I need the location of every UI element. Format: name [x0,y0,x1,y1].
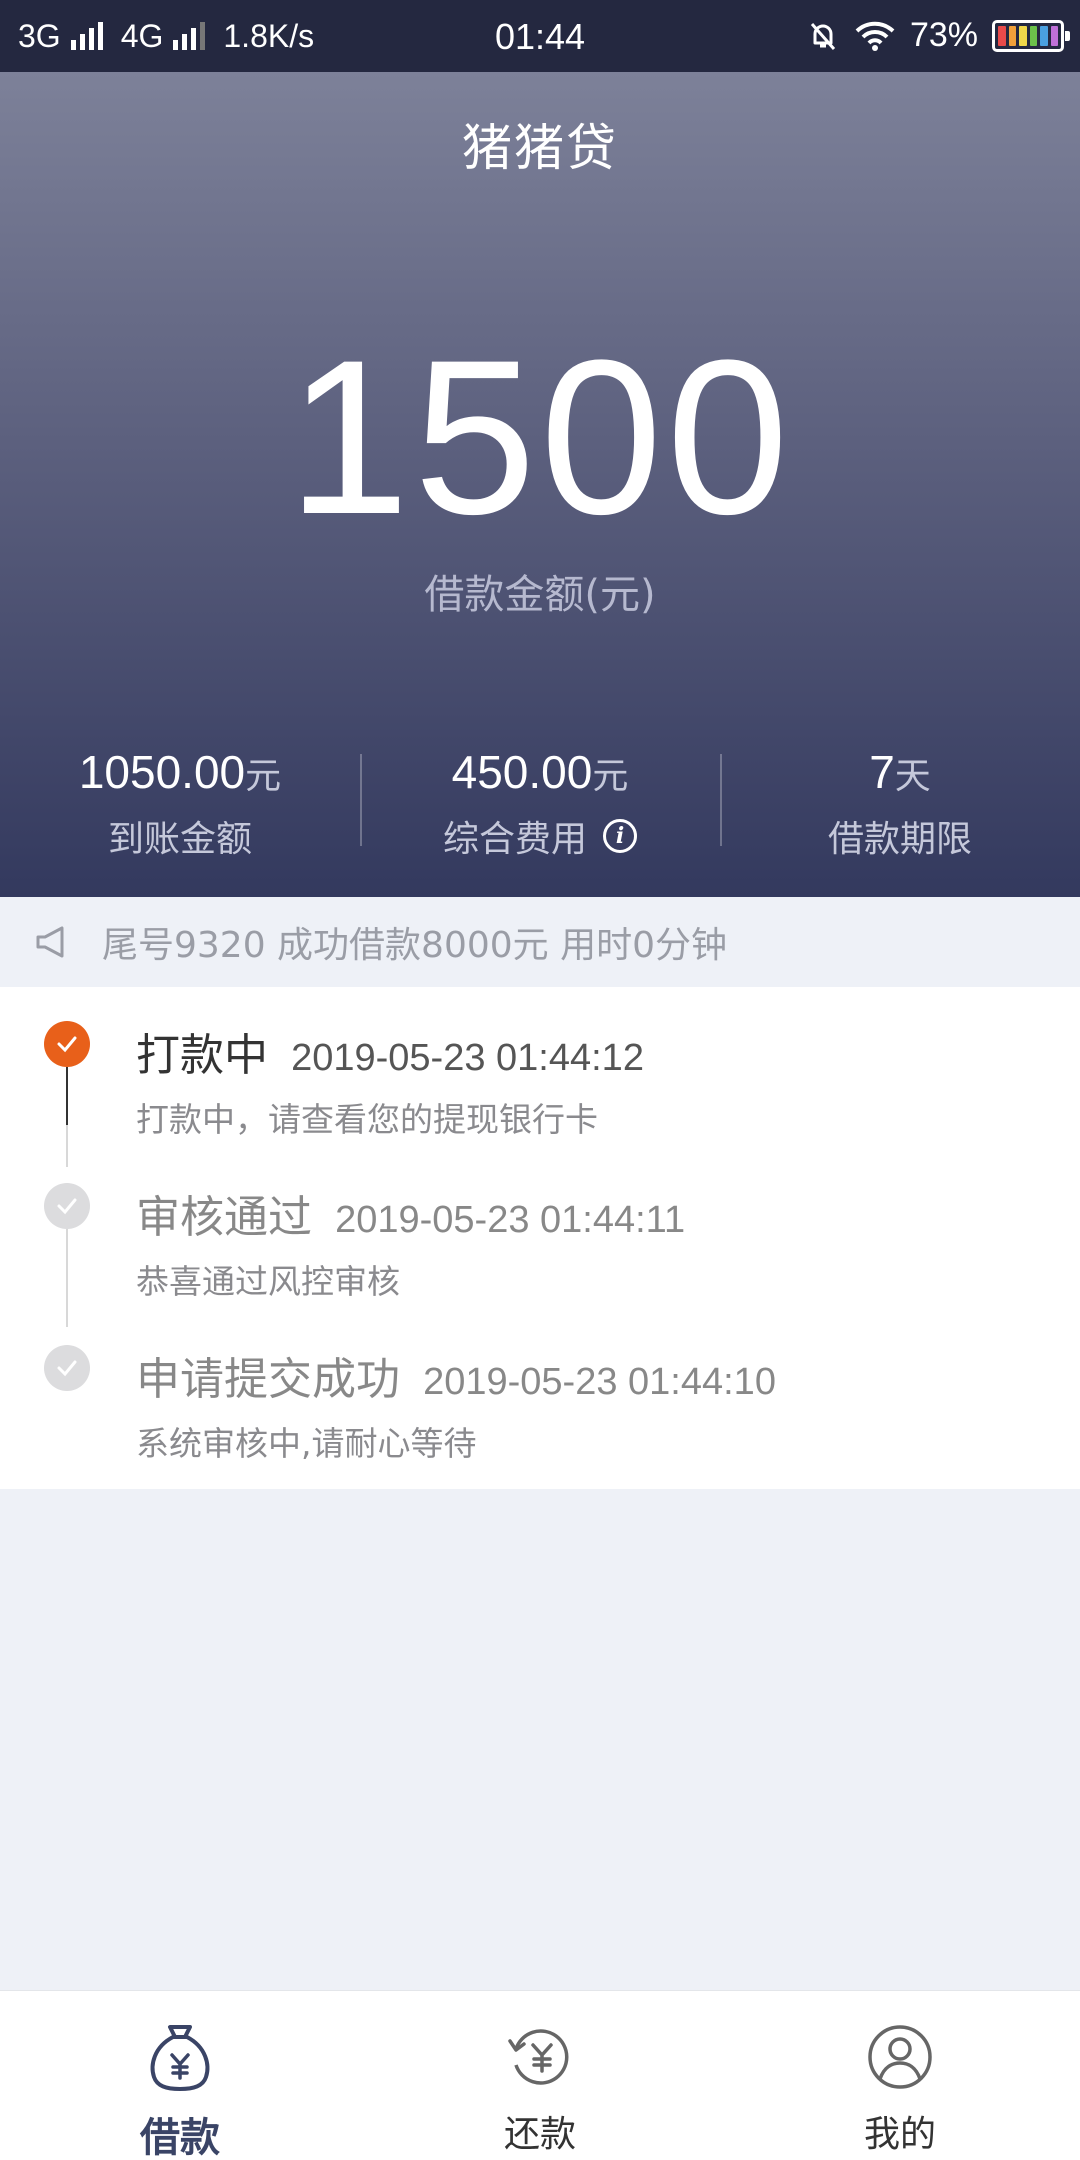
stat-unit: 元 [592,756,629,797]
money-bag-icon [150,2025,210,2091]
speaker-icon [36,926,64,958]
nav-item-borrow[interactable]: 借款 [0,1991,360,2160]
timeline-item: 打款中 2019-05-23 01:44:12 打款中，请查看您的提现银行卡 [0,987,1080,1147]
notice-text: 尾号9320 成功借款8000元 用时0分钟 [102,925,728,966]
loan-stats: 1050.00元 到账金额 450.00元 综合费用 i 7天 借款期限 [0,742,1080,862]
repay-icon [508,2029,569,2085]
stat-value: 450.00 [451,746,593,798]
stat-unit: 天 [894,756,931,797]
battery-icon [992,19,1070,52]
nav-label: 还款 [503,2114,576,2155]
stat-loan-term: 7天 借款期限 [720,742,1080,862]
timeline-status: 审核通过 [136,1192,312,1243]
info-icon[interactable]: i [603,819,637,853]
nav-label: 借款 [140,2115,220,2160]
nav-label: 我的 [863,2114,936,2155]
loan-amount: 1500 [287,314,793,560]
wifi-icon [855,21,895,51]
bottom-nav: 借款 还款 我的 [0,1990,1080,2160]
stat-value: 7 [869,746,895,798]
check-icon [44,1021,90,1067]
timeline-desc: 系统审核中,请耐心等待 [136,1424,477,1463]
stat-label: 综合费用 [442,819,587,860]
timeline-item: 申请提交成功 2019-05-23 01:44:10 系统审核中,请耐心等待 [0,1311,1080,1471]
timeline-desc: 恭喜通过风控审核 [136,1262,400,1301]
notice-bar: 尾号9320 成功借款8000元 用时0分钟 [0,897,1080,987]
loan-summary-header: 猪猪贷 1500 借款金额(元) 1050.00元 到账金额 450.00元 综… [0,72,1080,897]
stat-label: 借款期限 [827,819,972,860]
timeline-title: 审核通过 2019-05-23 01:44:11 [136,1181,685,1245]
mute-bell-icon [810,22,836,50]
loan-amount-label: 借款金额(元) [424,572,656,618]
stat-unit: 元 [245,756,282,797]
timeline-title: 申请提交成功 2019-05-23 01:44:10 [136,1343,776,1407]
timeline-status: 打款中 [136,1030,268,1081]
timeline-time: 2019-05-23 01:44:10 [423,1361,776,1403]
timeline-time: 2019-05-23 01:44:12 [291,1037,644,1079]
user-icon [868,2025,932,2089]
timeline-status: 申请提交成功 [136,1354,400,1405]
nav-item-repay[interactable]: 还款 [360,1991,720,2160]
status-right: 73% [806,16,1070,55]
page-title: 猪猪贷 [462,119,618,177]
status-bar: 3G 4G 1.8K/s 01:44 73% [0,0,1080,72]
timeline-time: 2019-05-23 01:44:11 [335,1199,686,1241]
stat-value: 1050.00 [78,746,246,798]
check-icon [44,1345,90,1391]
timeline-title: 打款中 2019-05-23 01:44:12 [136,1019,644,1083]
timeline-desc: 打款中，请查看您的提现银行卡 [136,1100,598,1139]
loan-progress-timeline: 打款中 2019-05-23 01:44:12 打款中，请查看您的提现银行卡 审… [0,987,1080,1489]
battery-percent: 73% [909,16,978,54]
timeline-item: 审核通过 2019-05-23 01:44:11 恭喜通过风控审核 [0,1149,1080,1309]
stat-received-amount: 1050.00元 到账金额 [0,742,360,862]
stat-total-fee: 450.00元 综合费用 i [360,742,720,862]
nav-item-mine[interactable]: 我的 [720,1991,1080,2160]
stat-label: 到账金额 [107,819,252,860]
check-icon [44,1183,90,1229]
